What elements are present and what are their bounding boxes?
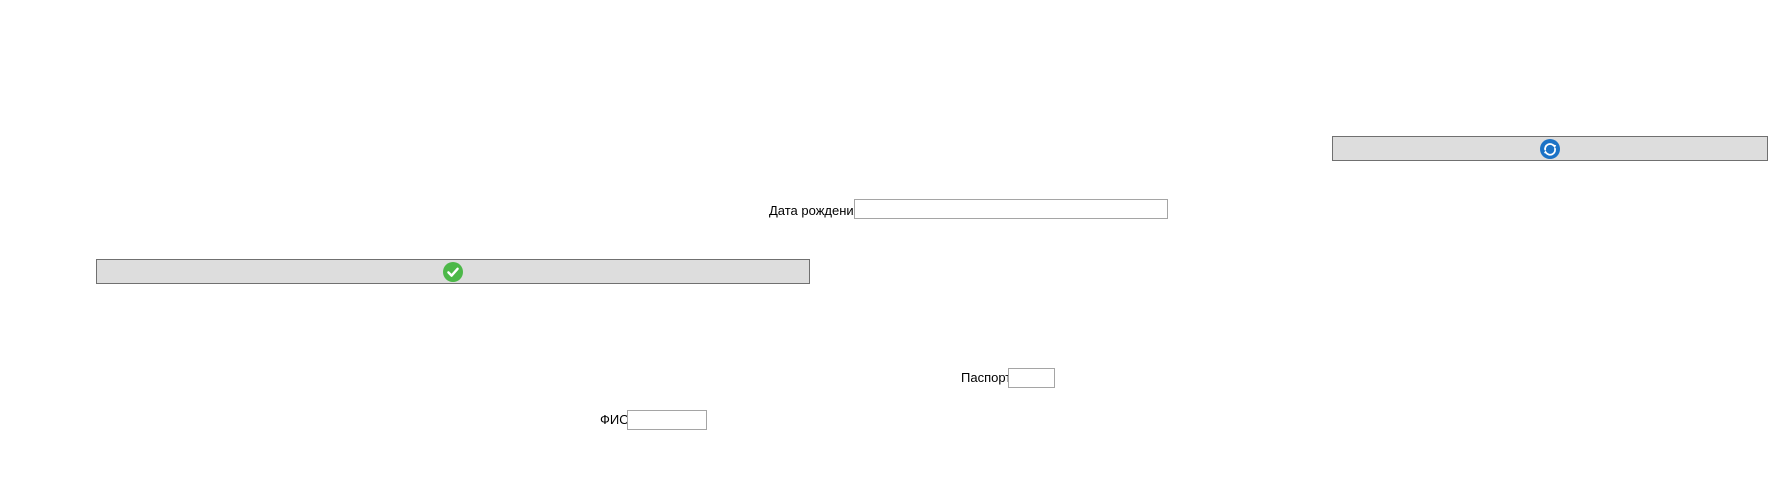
refresh-button[interactable] — [1332, 136, 1768, 161]
birth-date-label: Дата рождения — [769, 203, 861, 218]
full-name-input[interactable] — [627, 410, 707, 430]
full-name-label: ФИО — [600, 412, 630, 427]
passport-label: Паспорт — [961, 370, 1012, 385]
confirm-button[interactable] — [96, 259, 810, 284]
passport-input[interactable] — [1008, 368, 1055, 388]
checkmark-icon — [443, 261, 463, 282]
birth-date-input[interactable] — [854, 199, 1168, 219]
refresh-icon — [1540, 138, 1560, 159]
